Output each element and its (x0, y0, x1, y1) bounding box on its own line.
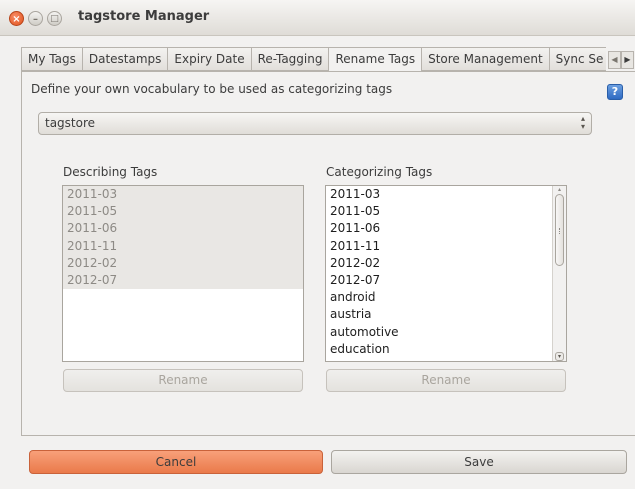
list-item[interactable]: automotive (326, 324, 566, 341)
window-title: tagstore Manager (78, 9, 210, 24)
categorizing-tags-list[interactable]: 2011-03 2011-05 2011-06 2011-11 2012-02 … (325, 185, 567, 362)
close-icon[interactable]: × (9, 11, 24, 26)
tab-rename-tags[interactable]: Rename Tags (328, 47, 422, 72)
list-item[interactable]: 2012-02 (63, 254, 303, 272)
tab-datestamps[interactable]: Datestamps (81, 47, 168, 71)
tab-re-tagging[interactable]: Re-Tagging (250, 47, 329, 71)
tab-scroll-right-icon[interactable]: ▶ (621, 51, 634, 69)
help-icon[interactable]: ? (607, 84, 623, 100)
list-item[interactable]: 2011-11 (326, 238, 566, 255)
list-item[interactable]: education (326, 341, 566, 358)
tab-expiry-date[interactable]: Expiry Date (167, 47, 251, 71)
list-item[interactable]: android (326, 289, 566, 306)
rename-describing-button[interactable]: Rename (63, 369, 303, 392)
list-item[interactable]: 2011-05 (326, 203, 566, 220)
list-item[interactable]: 2011-06 (326, 220, 566, 237)
scroll-up-icon[interactable]: ▴ (555, 186, 564, 194)
list-item[interactable]: 2012-07 (63, 271, 303, 290)
list-item[interactable]: 2011-03 (63, 186, 303, 204)
select-arrows-icon: ▴ ▾ (580, 114, 585, 131)
list-item[interactable]: austria (326, 306, 566, 323)
list-item[interactable]: 2012-07 (326, 272, 566, 289)
describing-tags-list[interactable]: 2011-03 2011-05 2011-06 2011-11 2012-02 … (62, 185, 304, 362)
cancel-button[interactable]: Cancel (29, 450, 323, 474)
list-item[interactable]: 2011-03 (326, 186, 566, 203)
tab-sync-settings[interactable]: Sync Se (548, 47, 606, 71)
tab-store-management[interactable]: Store Management (421, 47, 549, 71)
panel-description: Define your own vocabulary to be used as… (31, 82, 393, 96)
store-select[interactable]: tagstore ▴ ▾ (38, 112, 592, 135)
list-item[interactable]: 2012-02 (326, 255, 566, 272)
tab-my-tags[interactable]: My Tags (21, 47, 82, 71)
list-item[interactable]: 2011-06 (63, 220, 303, 238)
grip-icon (559, 228, 561, 234)
tab-scroll-arrows: ◀ ▶ (608, 51, 634, 69)
tab-bar: My Tags Datestamps Expiry Date Re-Taggin… (21, 47, 635, 72)
list-item[interactable]: 2011-11 (63, 237, 303, 255)
save-button[interactable]: Save (331, 450, 627, 474)
minimize-icon[interactable]: – (28, 11, 43, 26)
maximize-icon[interactable]: □ (47, 11, 62, 26)
describing-tags-label: Describing Tags (63, 165, 158, 179)
list-item[interactable]: 2011-05 (63, 203, 303, 221)
rename-categorizing-button[interactable]: Rename (326, 369, 566, 392)
scroll-thumb[interactable] (555, 194, 564, 266)
store-select-value: tagstore (45, 116, 96, 130)
title-bar: × – □ tagstore Manager (0, 0, 635, 36)
scroll-down-icon[interactable]: ▾ (555, 352, 564, 361)
categorizing-scrollbar[interactable]: ▴ ▾ (552, 186, 566, 361)
tab-scroll-left-icon[interactable]: ◀ (608, 51, 621, 69)
categorizing-tags-label: Categorizing Tags (326, 165, 433, 179)
